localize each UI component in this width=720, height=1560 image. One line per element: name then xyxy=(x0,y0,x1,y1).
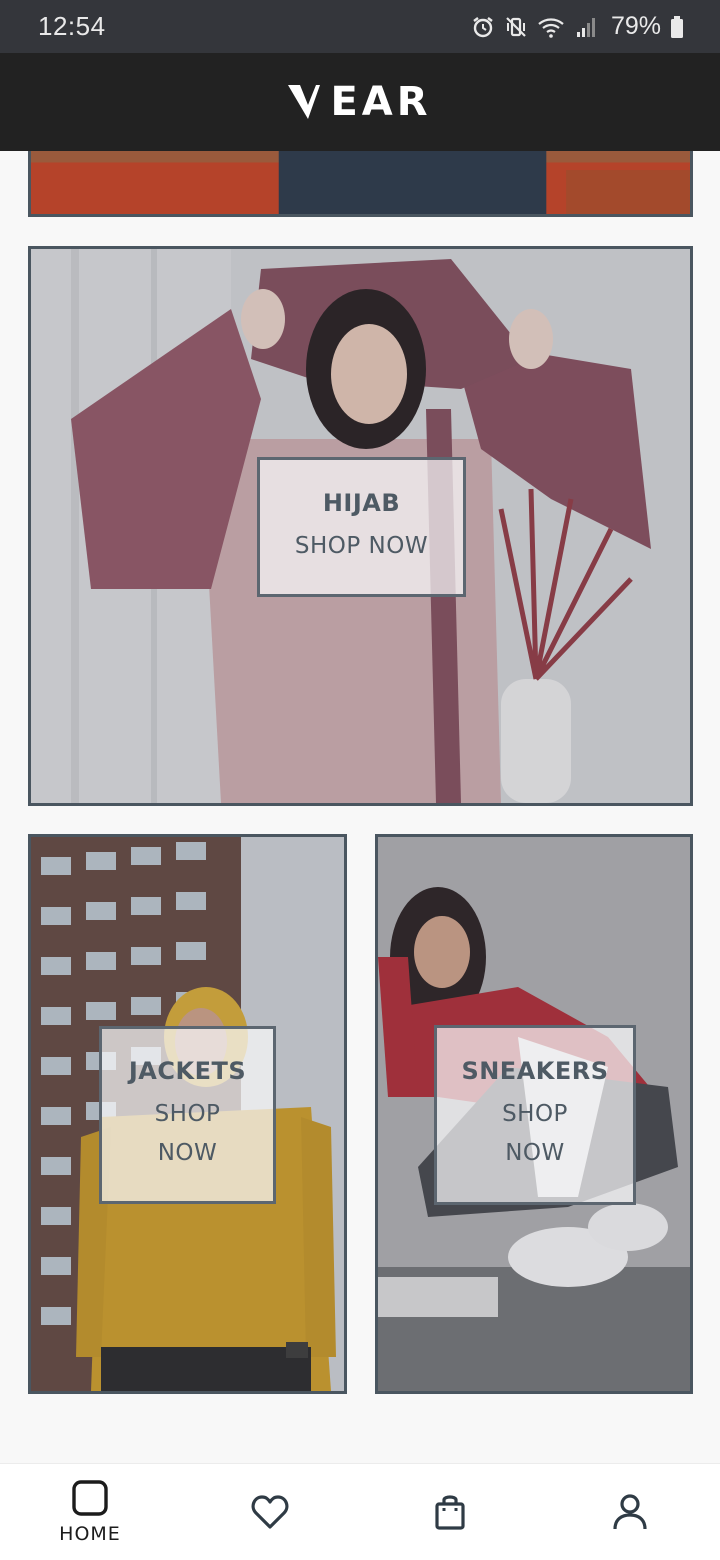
logo-v-mark-icon xyxy=(288,85,321,119)
sneakers-title: SNEAKERS xyxy=(461,1057,609,1085)
status-bar: 12:54 79% xyxy=(0,0,720,53)
nav-cart[interactable] xyxy=(390,1467,510,1557)
status-icons: 79% xyxy=(471,12,684,41)
jackets-category-tile[interactable]: JACKETS SHOP NOW xyxy=(28,834,347,1394)
logo-text: EAR xyxy=(330,79,432,125)
hijab-shop-now-button[interactable]: HIJAB SHOP NOW xyxy=(257,457,466,597)
previous-category-tile[interactable] xyxy=(28,151,693,217)
nav-home[interactable]: HOME xyxy=(30,1467,150,1557)
sneakers-shop-now-label: SHOP NOW xyxy=(502,1101,568,1166)
nav-favorites[interactable] xyxy=(210,1467,330,1557)
alarm-icon xyxy=(471,15,495,39)
wifi-icon xyxy=(537,15,565,39)
signal-icon xyxy=(574,15,598,39)
jackets-shop-now-button[interactable]: JACKETS SHOP NOW xyxy=(99,1026,276,1204)
sneakers-category-tile[interactable]: SNEAKERS SHOP NOW xyxy=(375,834,693,1394)
vibrate-mute-icon xyxy=(504,15,528,39)
previous-category-photo xyxy=(31,151,690,214)
jackets-shop-now-label: SHOP NOW xyxy=(154,1101,221,1166)
hijab-title: HIJAB xyxy=(322,488,401,517)
battery-icon xyxy=(670,15,684,39)
nav-home-label: HOME xyxy=(59,1523,121,1545)
home-icon xyxy=(72,1480,108,1516)
shopping-bag-icon xyxy=(435,1495,465,1530)
nav-account[interactable] xyxy=(570,1467,690,1557)
bottom-navigation: HOME xyxy=(0,1463,720,1560)
app-screen: 12:54 79% EAR HIJAB SHOP NOW JACKETS SHO… xyxy=(0,0,720,1560)
status-time: 12:54 xyxy=(38,11,106,41)
jackets-title: JACKETS xyxy=(128,1057,247,1085)
user-icon xyxy=(613,1494,647,1530)
app-header: EAR xyxy=(0,53,720,151)
hijab-category-tile[interactable]: HIJAB SHOP NOW xyxy=(28,246,693,806)
sneakers-shop-now-button[interactable]: SNEAKERS SHOP NOW xyxy=(434,1025,636,1205)
hijab-shop-now-label: SHOP NOW xyxy=(294,532,429,559)
heart-icon xyxy=(251,1495,289,1529)
brand-logo[interactable]: EAR xyxy=(288,79,431,125)
battery-percent: 79% xyxy=(610,12,661,40)
